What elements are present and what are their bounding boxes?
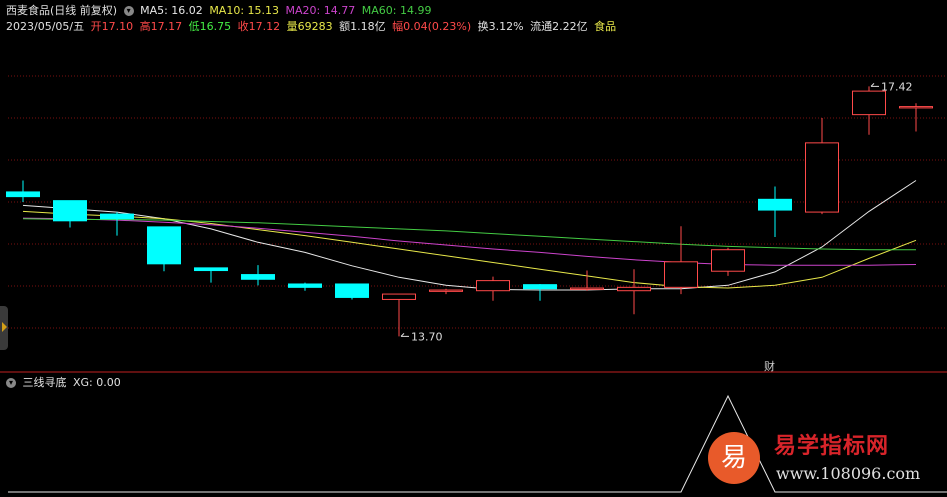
- candle[interactable]: [805, 118, 839, 215]
- low-price-label: 13.70: [411, 330, 443, 343]
- candle-body: [147, 226, 181, 265]
- candle-body: [241, 274, 275, 280]
- candle[interactable]: [194, 267, 228, 283]
- candle[interactable]: [335, 283, 369, 300]
- high-arrow-icon: [870, 83, 879, 87]
- candle[interactable]: [617, 269, 651, 315]
- candle-body: [617, 286, 651, 292]
- candles[interactable]: [6, 86, 933, 337]
- candle[interactable]: [664, 226, 698, 295]
- candle[interactable]: [523, 283, 557, 301]
- candle-body: [100, 213, 134, 220]
- subchart-title[interactable]: 三线寻底: [23, 376, 67, 389]
- candle[interactable]: [711, 247, 745, 276]
- candle-body: [476, 280, 510, 292]
- candle-body: [664, 261, 698, 288]
- candle-body: [758, 198, 792, 211]
- grid-lines: [0, 75, 947, 373]
- xg-value: XG: 0.00: [73, 376, 121, 389]
- candle[interactable]: [6, 180, 40, 202]
- candle[interactable]: [288, 282, 322, 291]
- candle[interactable]: [147, 226, 181, 272]
- candle[interactable]: [899, 103, 933, 132]
- candle[interactable]: [476, 276, 510, 301]
- candle-body: [899, 106, 933, 109]
- watermark-url: www.108096.com: [776, 464, 921, 483]
- candle-body: [53, 200, 87, 222]
- watermark-logo: 易: [708, 432, 760, 484]
- candle[interactable]: [429, 288, 463, 295]
- candle[interactable]: [53, 200, 87, 228]
- candle-body: [382, 293, 416, 300]
- candle-body: [429, 289, 463, 292]
- candle-body: [570, 287, 604, 290]
- candle[interactable]: [241, 265, 275, 286]
- low-arrow-icon: [400, 333, 409, 337]
- candle-body: [194, 267, 228, 272]
- finance-marker[interactable]: 财: [764, 358, 775, 374]
- watermark: 易 易学指标网 www.108096.com: [706, 426, 932, 492]
- candle[interactable]: [852, 86, 886, 135]
- candle[interactable]: [100, 212, 134, 236]
- chevron-down-icon[interactable]: ▾: [6, 378, 16, 388]
- candle-body: [852, 90, 886, 116]
- watermark-title: 易学指标网: [774, 433, 890, 459]
- candle-body: [805, 142, 839, 213]
- kline-chart[interactable]: 17.42 13.70: [0, 0, 947, 497]
- candle-body: [288, 283, 322, 288]
- candle-body: [711, 249, 745, 272]
- subchart-header: ▾ 三线寻底 XG: 0.00: [6, 376, 124, 390]
- high-price-label: 17.42: [881, 80, 913, 93]
- candle[interactable]: [570, 270, 604, 291]
- side-panel-toggle[interactable]: [0, 306, 8, 350]
- candle-body: [523, 284, 557, 290]
- candle[interactable]: [758, 186, 792, 237]
- candle-body: [6, 191, 40, 198]
- candle-body: [335, 283, 369, 298]
